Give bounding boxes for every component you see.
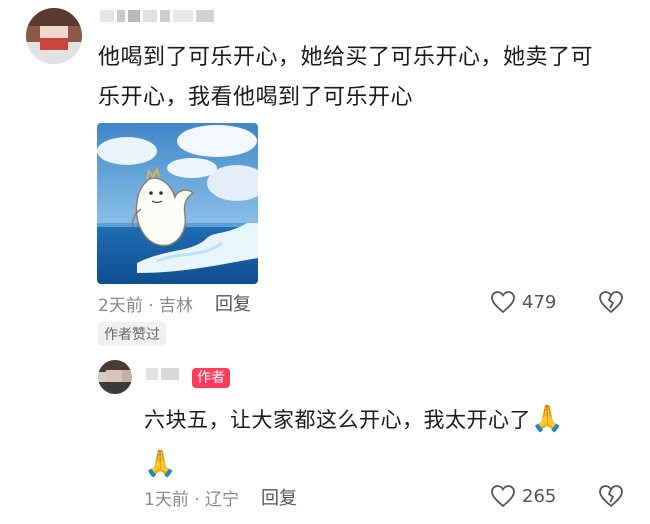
comment-meta: 2天前 · 吉林 回复 (98, 290, 251, 316)
author-liked-badge: 作者赞过 (98, 322, 166, 346)
avatar[interactable] (26, 8, 82, 64)
author-tag: 作者 (192, 368, 230, 388)
reply-button[interactable]: 回复 (261, 484, 297, 510)
time-location: 1天前 · 辽宁 (144, 489, 240, 510)
username-blurred[interactable] (146, 368, 179, 380)
pray-emoji-icon: 🙏 (531, 404, 564, 434)
username-blurred[interactable] (100, 10, 214, 22)
comment-meta: 1天前 · 辽宁 回复 (144, 484, 297, 510)
heart-outline-icon (491, 291, 515, 314)
comment-text-line: 六块五，让大家都这么开心，我太开心了 (144, 408, 531, 432)
seal-sticker-icon (97, 123, 258, 284)
broken-heart-icon (599, 291, 623, 314)
broken-heart-icon (599, 485, 623, 508)
comment-text: 六块五，让大家都这么开心，我太开心了🙏 🙏 (144, 397, 564, 487)
like-count: 479 (522, 291, 557, 313)
like-count: 265 (522, 485, 557, 507)
dislike-button[interactable] (597, 290, 625, 318)
sticker-image[interactable] (97, 123, 258, 284)
comment-text: 他喝到了可乐开心，她给买了可乐开心，她卖了可 乐开心，我看他喝到了可乐开心 (98, 38, 593, 118)
like-button[interactable]: 479 (490, 290, 556, 314)
avatar[interactable] (98, 360, 132, 394)
heart-outline-icon (491, 485, 515, 508)
pray-emoji-icon: 🙏 (144, 449, 177, 479)
dislike-button[interactable] (597, 484, 625, 512)
time-location: 2天前 · 吉林 (98, 295, 194, 316)
reply-button[interactable]: 回复 (215, 290, 251, 316)
comment-text-line: 他喝到了可乐开心，她给买了可乐开心，她卖了可 (98, 45, 594, 70)
like-button[interactable]: 265 (490, 484, 556, 508)
comment-text-line: 乐开心，我看他喝到了可乐开心 (98, 85, 414, 110)
